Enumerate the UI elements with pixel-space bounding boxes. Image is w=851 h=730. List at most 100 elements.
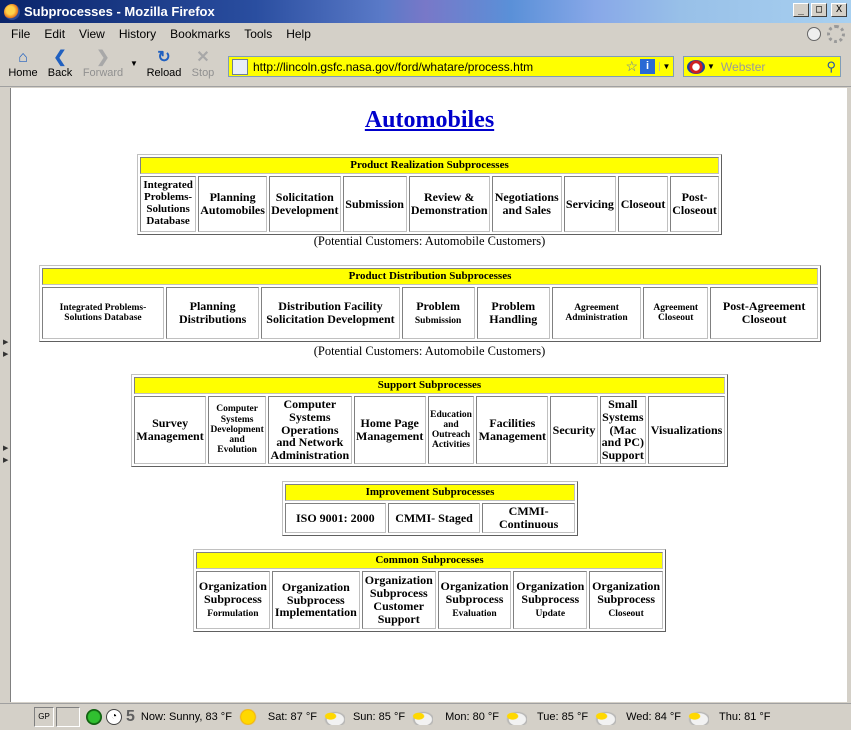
throbber-icon [827, 25, 845, 43]
menu-tools[interactable]: Tools [237, 27, 279, 41]
common-cell-line: Organization Subprocess [198, 579, 267, 607]
search-engine-icon[interactable] [687, 59, 705, 74]
common-cell: Organization Subprocess Implementation [271, 571, 360, 629]
weather-label: Tue: 85 °F [537, 711, 589, 723]
grip-arrow-icon: ▶ [3, 445, 9, 452]
menu-help[interactable]: Help [279, 27, 318, 41]
stop-button[interactable]: ✕ Stop [188, 49, 218, 79]
grip-arrow-icon: ▶ [3, 351, 9, 358]
realization-cell: Post-Closeout [670, 176, 719, 232]
menu-bookmarks[interactable]: Bookmarks [163, 27, 237, 41]
improvement-header: Improvement Subprocesses [285, 484, 575, 501]
partly-cloudy-icon [409, 709, 434, 725]
maximize-button[interactable]: □ [811, 3, 827, 17]
window-controls: _ □ X [793, 3, 847, 17]
menu-file[interactable]: File [4, 27, 37, 41]
green-status-icon[interactable] [86, 709, 102, 725]
count-badge: 5 [126, 708, 135, 725]
common-table: Common Subprocesses Organization Subproc… [193, 549, 666, 632]
common-cell-line: Formulation [207, 609, 259, 620]
page-title[interactable]: Automobiles [11, 107, 847, 134]
weather-sat[interactable]: Sat: 87 °F [268, 709, 345, 725]
weather-now[interactable]: Now: Sunny, 83 °F [141, 709, 260, 725]
support-cell: Computer Systems Development and Evoluti… [208, 396, 267, 464]
partly-cloudy-icon [592, 709, 617, 725]
minimize-button[interactable]: _ [793, 3, 809, 17]
history-dropdown[interactable]: ▼ [128, 59, 140, 68]
product-realization-table: Product Realization Subprocesses Integra… [137, 154, 722, 235]
weather-label: Mon: 80 °F [445, 711, 499, 723]
partly-cloudy-icon [685, 709, 710, 725]
realization-note: (Potential Customers: Automobile Custome… [313, 234, 546, 248]
forward-button[interactable]: ❯ Forward [80, 49, 126, 79]
title-bar: Subprocesses - Mozilla Firefox _ □ X [0, 0, 851, 23]
back-arrow-icon: ❮ [53, 49, 67, 66]
distribution-note: (Potential Customers: Automobile Custome… [313, 344, 546, 358]
support-cell: Security [550, 396, 598, 464]
realization-cell: Servicing [563, 176, 616, 232]
distribution-cell: Problem Handling [476, 287, 550, 339]
common-cell-line: Evaluation [452, 609, 497, 620]
reload-label: Reload [146, 67, 182, 79]
search-input[interactable] [718, 58, 827, 75]
menu-history[interactable]: History [112, 27, 163, 41]
home-button[interactable]: ⌂ Home [6, 49, 40, 79]
info-icon[interactable]: i [640, 59, 655, 74]
distribution-cell: Post-Agreement Closeout [710, 287, 818, 339]
sidebar-grip[interactable]: ▶ ▶ ▶ ▶ [0, 88, 10, 702]
common-cell: Organization Subprocess Evaluation [437, 571, 512, 629]
url-input[interactable] [253, 59, 626, 74]
distribution-cell-problem-submission: Problem Submission [401, 287, 475, 339]
status-empty-box [56, 707, 80, 727]
common-cell: Organization Subprocess Closeout [589, 571, 663, 629]
weather-label: Thu: 81 °F [719, 711, 771, 723]
weather-tue[interactable]: Tue: 85 °F [537, 709, 617, 725]
weather-wed[interactable]: Wed: 84 °F [626, 709, 710, 725]
distribution-header: Product Distribution Subprocesses [42, 268, 818, 285]
stop-label: Stop [191, 67, 215, 79]
sun-icon [235, 709, 260, 725]
reload-icon: ↻ [157, 49, 171, 66]
weather-thu[interactable]: Thu: 81 °F [719, 711, 770, 723]
reload-button[interactable]: ↻ Reload [144, 49, 184, 79]
support-cell: Facilities Management [476, 396, 549, 464]
grip-arrow-icon: ▶ [3, 339, 9, 346]
realization-cell: Solicitation Development [269, 176, 341, 232]
status-indicator-icon[interactable] [807, 27, 821, 41]
status-bar: GP ◔ 5 Now: Sunny, 83 °F Sat: 87 °F Sun:… [0, 703, 851, 730]
common-cell-line: Organization Subprocess [516, 579, 585, 607]
partly-cloudy-icon [320, 709, 345, 725]
grip-arrow-icon: ▶ [3, 457, 9, 464]
realization-header: Product Realization Subprocesses [140, 157, 719, 174]
home-label: Home [8, 67, 38, 79]
menu-edit[interactable]: Edit [37, 27, 72, 41]
improvement-cell: CMMI- Staged [387, 503, 481, 533]
support-cell: Home Page Management [353, 396, 426, 464]
distribution-cell: Agreement Closeout [643, 287, 709, 339]
bookmark-star-icon[interactable]: ☆ [625, 58, 638, 75]
support-table: Support Subprocesses Survey Management C… [131, 374, 728, 467]
distribution-cell: Distribution Facility Solicitation Devel… [261, 287, 400, 339]
search-icon[interactable]: ⚲ [826, 59, 836, 75]
common-cell-line: Organization Subprocess [592, 579, 661, 607]
common-header: Common Subprocesses [196, 552, 663, 569]
page-content: Automobiles Product Realization Subproce… [10, 88, 847, 702]
support-cell: Survey Management [134, 396, 207, 464]
back-label: Back [47, 67, 73, 79]
gp-button[interactable]: GP [34, 707, 54, 727]
url-dropdown-icon[interactable]: ▼ [659, 62, 673, 71]
weather-sun[interactable]: Sun: 85 °F [352, 709, 434, 725]
menu-view[interactable]: View [72, 27, 112, 41]
common-cell: Organization Subprocess Customer Support [361, 571, 436, 629]
back-button[interactable]: ❮ Back [44, 49, 76, 79]
improvement-cell: ISO 9001: 2000 [285, 503, 386, 533]
weather-label: Wed: 84 °F [626, 711, 682, 723]
weather-label: Sun: 85 °F [352, 711, 406, 723]
engine-dropdown-icon[interactable]: ▼ [707, 62, 715, 71]
distribution-cell: Planning Distributions [165, 287, 260, 339]
support-header: Support Subprocesses [134, 377, 725, 394]
close-button[interactable]: X [831, 3, 847, 17]
realization-cell: Negotiations and Sales [491, 176, 562, 232]
weather-mon[interactable]: Mon: 80 °F [445, 709, 527, 725]
clock-icon[interactable]: ◔ [106, 709, 122, 725]
